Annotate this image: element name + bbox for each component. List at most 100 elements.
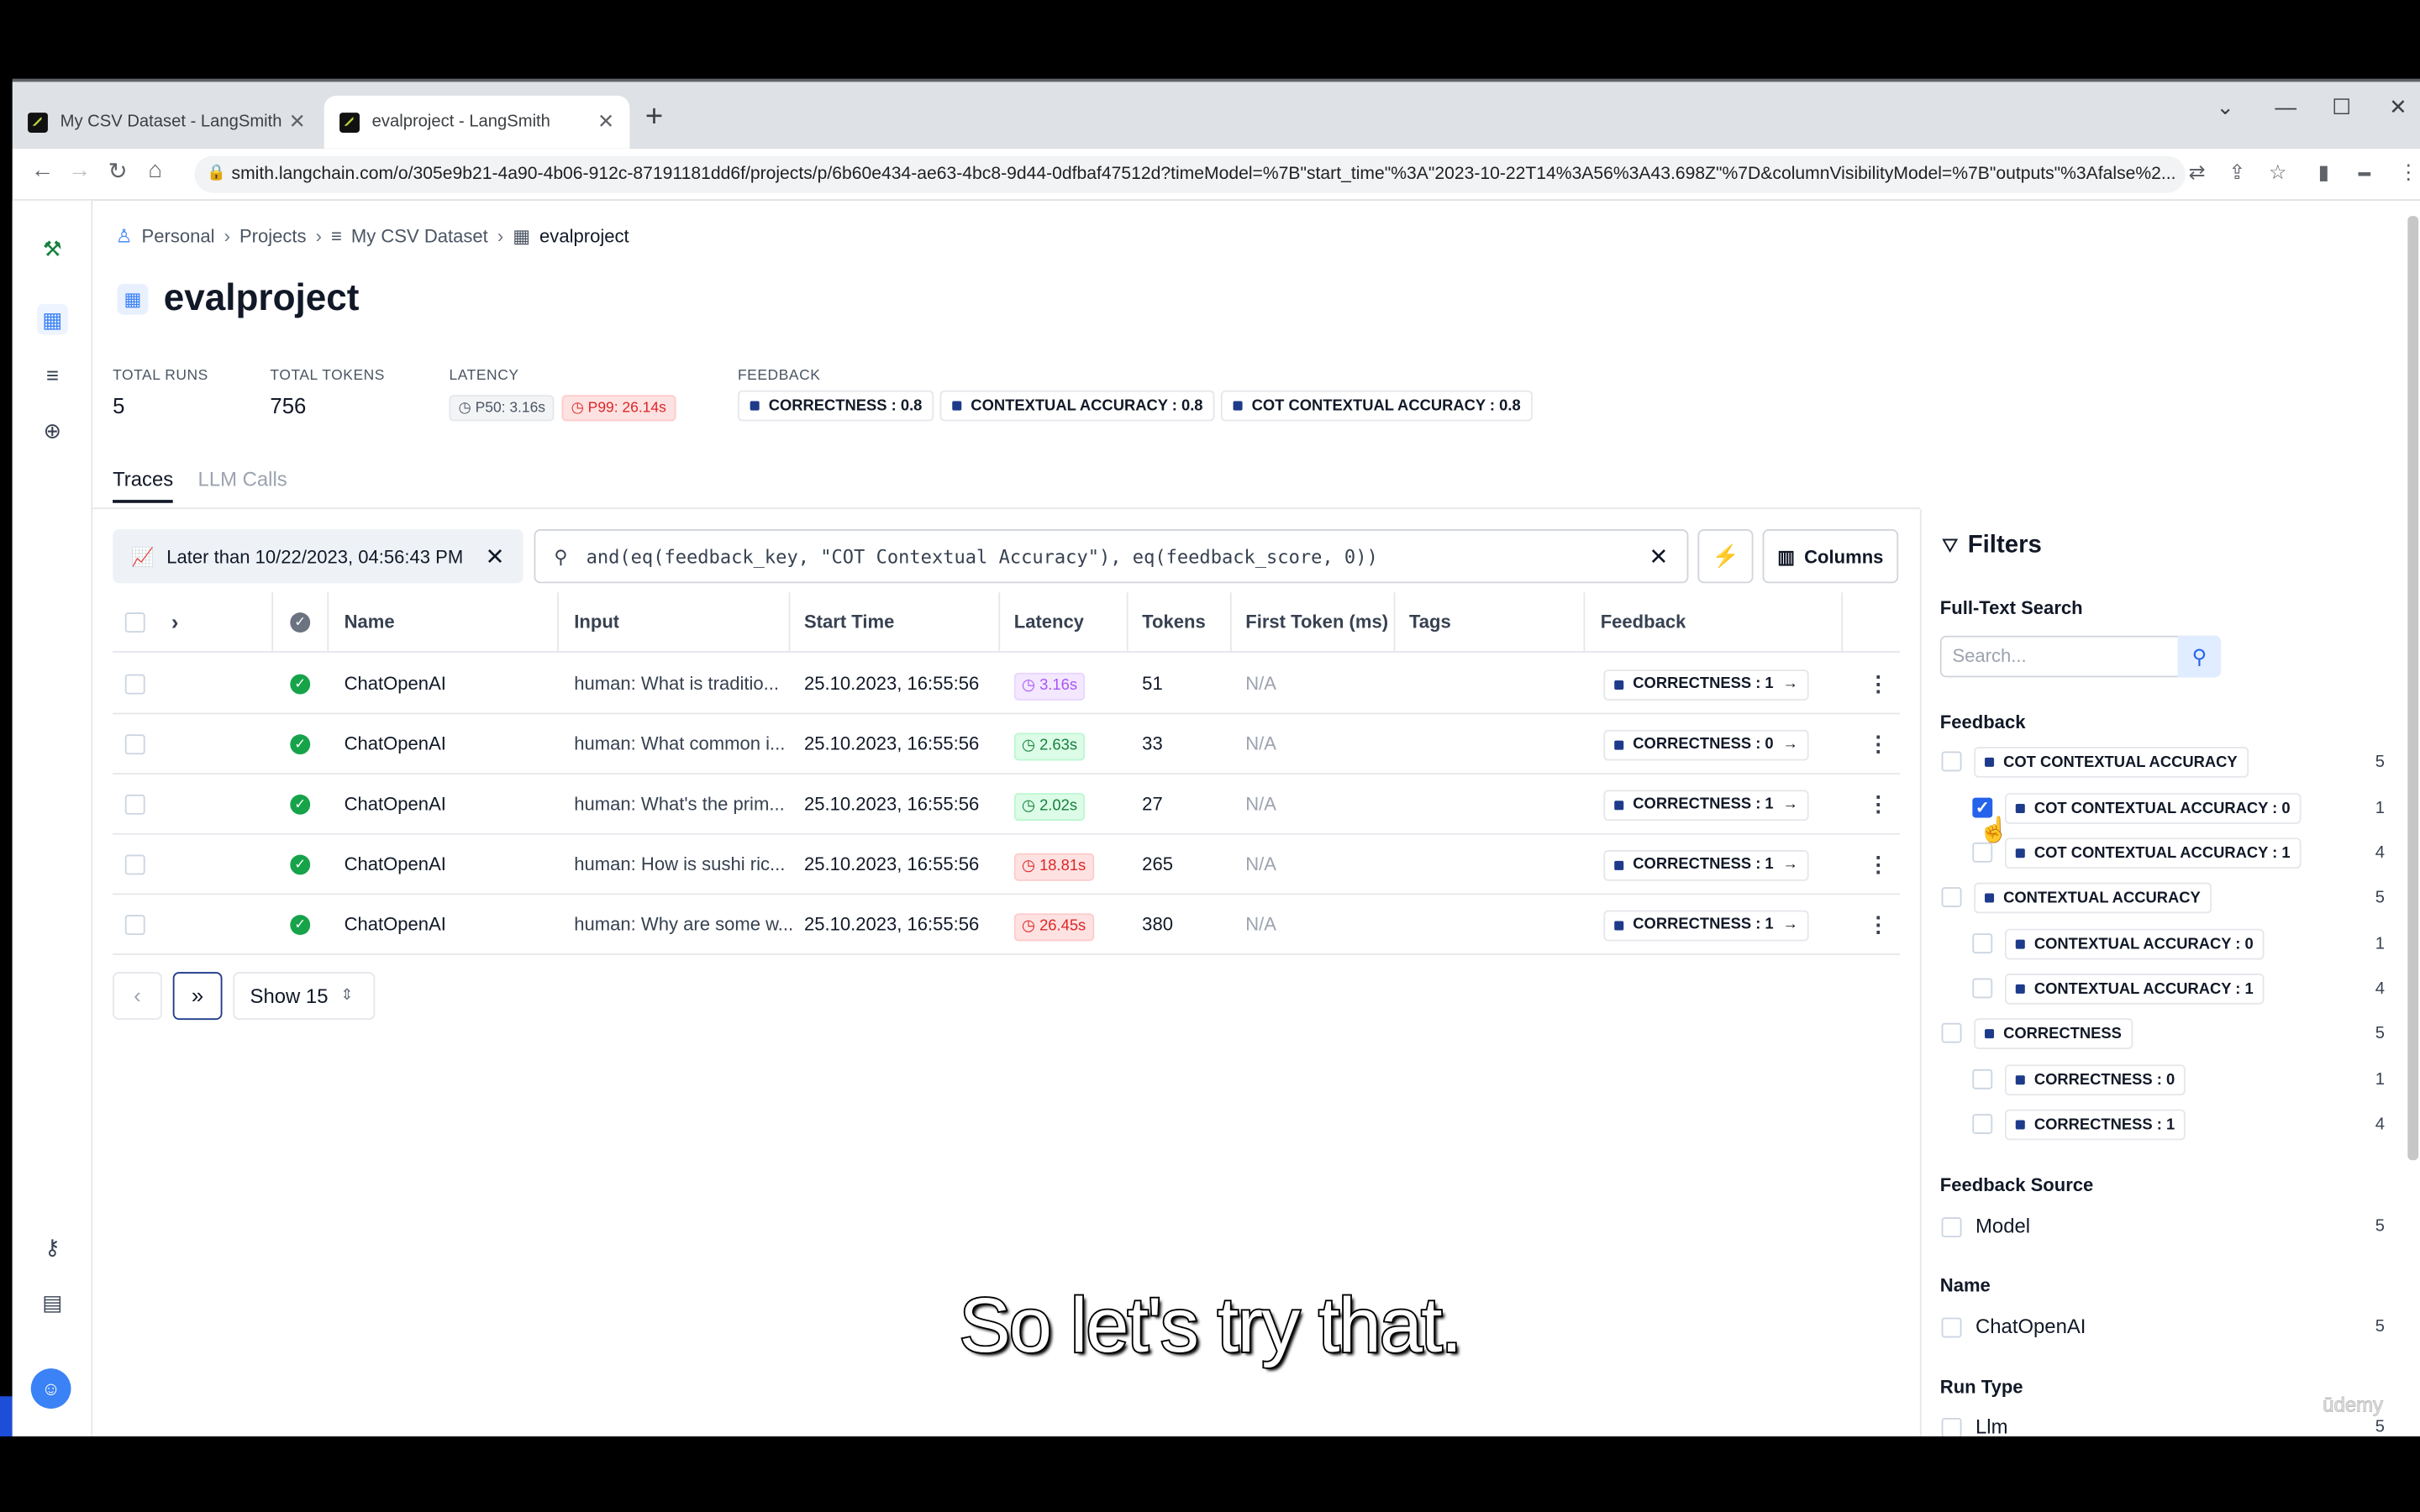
hub-globe-icon[interactable]: ⊕ (37, 415, 68, 446)
browser-tab-evalproject[interactable]: evalproject - LangSmith ✕ (324, 95, 630, 149)
filter-checkbox[interactable] (1941, 1022, 1962, 1043)
extension-icon[interactable]: ▬ (2359, 165, 2371, 180)
filter-item-contextual-0[interactable]: CONTEXTUAL ACCURACY : 0 (1971, 928, 2388, 960)
projects-icon[interactable]: ▦ (37, 303, 68, 335)
datasets-icon[interactable]: ≡ (37, 360, 68, 391)
row-menu-icon[interactable]: ⋮ (1867, 654, 1889, 715)
minimize-button[interactable]: — (2275, 94, 2296, 118)
page-scrollbar[interactable] (2407, 216, 2419, 1161)
share-icon[interactable]: ⇪ (2228, 160, 2245, 185)
new-tab-button[interactable]: + (645, 100, 663, 135)
reload-icon[interactable]: ↻ (108, 157, 128, 185)
bookmark-star-icon[interactable]: ☆ (2269, 160, 2286, 185)
breadcrumb-dataset[interactable]: My CSV Dataset (351, 225, 488, 247)
table-row[interactable]: ✓ ChatOpenAI human: What's the prim... 2… (113, 774, 1901, 835)
forward-icon[interactable]: → (68, 157, 92, 183)
row-feedback-chip[interactable]: CORRECTNESS : 1 → (1603, 910, 1809, 942)
row-feedback-chip[interactable]: CORRECTNESS : 1 → (1603, 850, 1809, 881)
row-menu-icon[interactable]: ⋮ (1867, 895, 1889, 955)
filter-checkbox[interactable] (1972, 1068, 1993, 1089)
home-icon[interactable]: ⌂ (148, 157, 162, 183)
columns-button[interactable]: ▥ Columns (1762, 529, 1899, 584)
side-panel-icon[interactable]: ▮ (2318, 160, 2329, 185)
filter-chip: CONTEXTUAL ACCURACY : 0 (2004, 928, 2265, 960)
row-menu-icon[interactable]: ⋮ (1867, 774, 1889, 835)
filter-item-correctness-0[interactable]: CORRECTNESS : 0 (1971, 1064, 2388, 1096)
row-name[interactable]: ChatOpenAI (345, 835, 446, 895)
clear-query-icon[interactable]: ✕ (1649, 543, 1668, 570)
tab-search-icon[interactable]: ⌄ (2217, 94, 2235, 120)
filter-item-cot-contextual[interactable]: COT CONTEXTUAL ACCURACY (1940, 746, 2388, 778)
row-menu-icon[interactable]: ⋮ (1867, 714, 1889, 774)
tab-traces[interactable]: Traces (113, 468, 174, 503)
header-input[interactable]: Input (574, 592, 619, 653)
url-field[interactable]: 🔒 smith.langchain.com/o/305e9b21-4a90-4b… (194, 155, 2186, 193)
row-name[interactable]: ChatOpenAI (345, 714, 446, 774)
back-icon[interactable]: ← (31, 157, 55, 183)
header-feedback[interactable]: Feedback (1601, 592, 1686, 653)
filter-item-contextual[interactable]: CONTEXTUAL ACCURACY (1940, 882, 2388, 914)
row-checkbox[interactable] (124, 854, 145, 875)
table-row[interactable]: ✓ ChatOpenAI human: What common i... 25.… (113, 714, 1901, 775)
filter-chip: COT CONTEXTUAL ACCURACY : 1 (2004, 837, 2302, 869)
table-row[interactable]: ✓ ChatOpenAI human: How is sushi ric... … (113, 835, 1901, 895)
translate-icon[interactable]: ⇄ (2188, 160, 2205, 185)
row-checkbox[interactable] (124, 734, 145, 755)
page-size-select[interactable]: Show 15 ⇕ (233, 972, 376, 1021)
user-avatar[interactable]: ☺ (30, 1368, 71, 1409)
header-tags[interactable]: Tags (1409, 592, 1451, 653)
filter-query-input[interactable]: ⚲ and(eq(feedback_key, "COT Contextual A… (534, 529, 1689, 584)
breadcrumb-personal[interactable]: Personal (142, 225, 215, 247)
header-name[interactable]: Name (345, 592, 395, 653)
maximize-button[interactable]: ☐ (2332, 94, 2351, 120)
header-start-time[interactable]: Start Time (804, 592, 894, 653)
row-input: human: How is sushi ric... (574, 853, 786, 875)
row-name[interactable]: ChatOpenAI (345, 654, 446, 715)
header-tokens[interactable]: Tokens (1142, 592, 1206, 653)
filter-item-correctness[interactable]: CORRECTNESS (1940, 1018, 2388, 1049)
filter-checkbox[interactable] (1972, 978, 1993, 999)
breadcrumb-projects[interactable]: Projects (239, 225, 307, 247)
filter-checkbox[interactable] (1972, 842, 1993, 863)
row-checkbox[interactable] (124, 674, 145, 695)
browser-tab-csv-dataset[interactable]: My CSV Dataset - LangSmith ✕ (13, 96, 321, 148)
row-name[interactable]: ChatOpenAI (345, 774, 446, 835)
filter-item-correctness-1[interactable]: CORRECTNESS : 1 (1971, 1109, 2388, 1141)
filter-item-cot-contextual-0[interactable]: ✓ COT CONTEXTUAL ACCURACY : 0 (1971, 793, 2388, 824)
time-filter-chip[interactable]: 📈 Later than 10/22/2023, 04:56:43 PM ✕ (113, 529, 523, 584)
search-button[interactable]: ⚲ (2177, 635, 2222, 678)
filter-checkbox[interactable] (1972, 1114, 1993, 1135)
api-key-icon[interactable]: ⚷ (37, 1231, 68, 1263)
close-window-button[interactable]: ✕ (2389, 94, 2407, 120)
next-page-button[interactable]: » (172, 972, 223, 1021)
table-row[interactable]: ✓ ChatOpenAI human: What is traditio... … (113, 654, 1901, 715)
row-feedback-chip[interactable]: CORRECTNESS : 0 → (1603, 729, 1809, 761)
feedback-source-checkbox[interactable] (1941, 1217, 1962, 1238)
previous-page-button[interactable]: ‹ (113, 972, 162, 1021)
close-tab-icon[interactable]: ✕ (289, 109, 306, 134)
langsmith-logo-icon[interactable]: ⚒ (37, 233, 68, 264)
row-checkbox[interactable] (124, 794, 145, 815)
row-name[interactable]: ChatOpenAI (345, 895, 446, 955)
row-feedback-chip[interactable]: CORRECTNESS : 1 → (1603, 669, 1809, 701)
expand-chevron-icon[interactable]: › (171, 592, 179, 653)
run-type-checkbox[interactable] (1941, 1417, 1962, 1438)
close-tab-icon[interactable]: ✕ (597, 109, 614, 134)
tab-llm-calls[interactable]: LLM Calls (198, 468, 287, 503)
ai-query-button[interactable]: ⚡ (1697, 529, 1754, 584)
filter-item-contextual-1[interactable]: CONTEXTUAL ACCURACY : 1 (1971, 973, 2388, 1005)
remove-filter-icon[interactable]: ✕ (486, 543, 505, 570)
total-tokens-label: TOTAL TOKENS (270, 367, 386, 385)
row-feedback-chip[interactable]: CORRECTNESS : 1 → (1603, 790, 1809, 822)
table-row[interactable]: ✓ ChatOpenAI human: Why are some w... 25… (113, 895, 1901, 955)
filter-checkbox[interactable] (1972, 933, 1993, 954)
row-checkbox[interactable] (124, 915, 145, 936)
filter-checkbox[interactable] (1941, 887, 1962, 908)
menu-icon[interactable]: ⋮ (2398, 160, 2418, 185)
row-menu-icon[interactable]: ⋮ (1867, 835, 1889, 895)
header-latency[interactable]: Latency (1014, 592, 1084, 653)
header-first-token[interactable]: First Token (ms) (1245, 592, 1388, 653)
select-all-checkbox[interactable] (124, 612, 145, 633)
filter-item-cot-contextual-1[interactable]: COT CONTEXTUAL ACCURACY : 1 (1971, 837, 2388, 869)
filter-checkbox[interactable] (1941, 751, 1962, 772)
